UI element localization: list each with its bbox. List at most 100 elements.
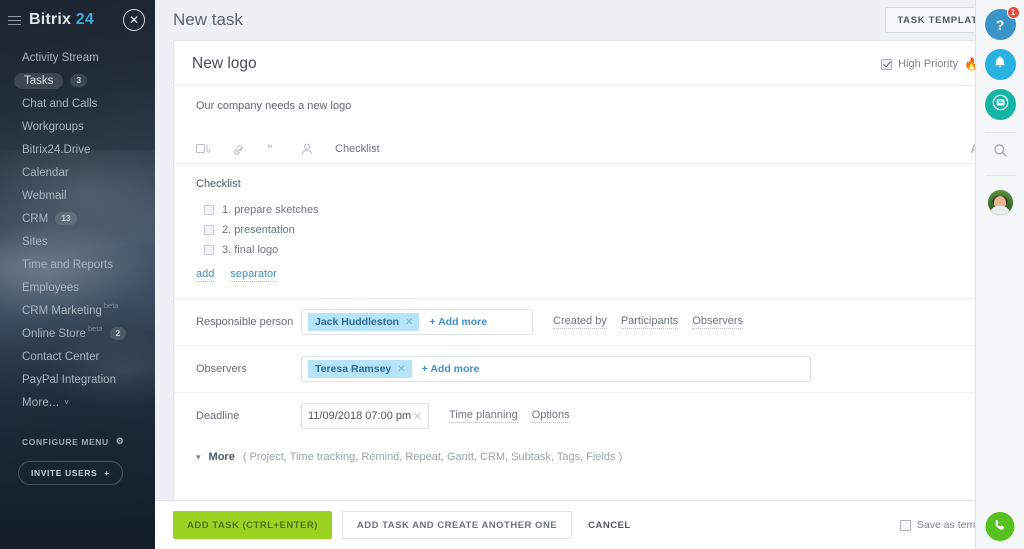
notifications-button[interactable] xyxy=(984,49,1016,80)
deadline-row: Deadline 11/09/2018 07:00 pm ✕ Time plan… xyxy=(174,393,997,439)
gear-icon[interactable]: ⚙ xyxy=(116,436,125,447)
search-icon xyxy=(993,144,1007,157)
quote-icon[interactable]: ” xyxy=(267,143,279,155)
sidebar-item-label: Bitrix24.Drive xyxy=(22,143,91,156)
participants-link[interactable]: Participants xyxy=(620,315,679,330)
remove-icon[interactable]: ✕ xyxy=(405,317,413,328)
checklist-item-checkbox[interactable] xyxy=(204,205,214,215)
sidebar-item-badge: 13 xyxy=(55,212,77,225)
page-title: New task xyxy=(173,10,243,29)
task-title-input[interactable]: New logo xyxy=(192,55,257,73)
high-priority-toggle[interactable]: High Priority 🔥 xyxy=(881,58,979,70)
responsible-person-field[interactable]: Jack Huddleston ✕ + Add more xyxy=(301,309,533,336)
invite-users-label: INVITE USERS xyxy=(31,468,98,478)
checklist-add-link[interactable]: add xyxy=(196,268,215,283)
sidebar-item-calendar[interactable]: Calendar xyxy=(0,161,155,184)
mention-person-icon[interactable] xyxy=(301,143,313,155)
options-link[interactable]: Options xyxy=(531,409,570,424)
invite-users-button[interactable]: INVITE USERS + xyxy=(18,461,123,485)
close-icon[interactable]: ✕ xyxy=(123,9,145,31)
attach-file-icon[interactable] xyxy=(196,143,210,155)
created-by-link[interactable]: Created by xyxy=(553,315,607,330)
chevron-down-icon: ▾ xyxy=(196,451,201,462)
task-description-input[interactable]: Our company needs a new logo xyxy=(174,86,997,134)
remove-icon[interactable]: ✕ xyxy=(397,364,405,375)
observers-add-more-button[interactable]: + Add more xyxy=(422,363,480,375)
sidebar-item-contact-center[interactable]: Contact Center xyxy=(0,345,155,368)
deadline-field[interactable]: 11/09/2018 07:00 pm ✕ xyxy=(301,403,429,430)
checklist-item[interactable]: 3. final logo xyxy=(196,240,979,260)
phone-call-button[interactable] xyxy=(985,512,1015,541)
sidebar-item-label: CRM Marketing xyxy=(22,304,102,317)
help-button[interactable]: ? 1 xyxy=(984,6,1020,40)
sidebar-item-label: Employees xyxy=(22,281,79,294)
form-scroll-area: New logo High Priority 🔥 Our company nee… xyxy=(155,40,1024,500)
search-button[interactable] xyxy=(993,143,1008,163)
observers-link[interactable]: Observers xyxy=(692,315,744,330)
sidebar-item-online-store[interactable]: Online Store beta 2 xyxy=(0,322,155,345)
checklist-heading: Checklist xyxy=(196,178,241,190)
deadline-label: Deadline xyxy=(196,410,240,423)
toolbar-checklist-button[interactable]: Checklist xyxy=(335,143,380,155)
sidebar-item-time-and-reports[interactable]: Time and Reports xyxy=(0,253,155,276)
task-form-card: New logo High Priority 🔥 Our company nee… xyxy=(173,40,998,500)
checklist-item-checkbox[interactable] xyxy=(204,245,214,255)
sidebar-item-employees[interactable]: Employees xyxy=(0,276,155,299)
sidebar-item-label: Tasks xyxy=(14,72,64,89)
hamburger-icon[interactable] xyxy=(8,13,21,28)
phone-icon xyxy=(993,518,1008,536)
add-task-and-create-another-button[interactable]: ADD TASK AND CREATE ANOTHER ONE xyxy=(341,511,573,539)
configure-menu-button[interactable]: CONFIGURE MENU ⚙ xyxy=(22,436,155,447)
rail-divider-2 xyxy=(984,175,1016,176)
checklist-item-label: 3. final logo xyxy=(222,244,279,256)
checklist-item[interactable]: 2. presentation xyxy=(196,220,979,240)
messenger-button[interactable] xyxy=(984,89,1016,120)
sidebar-item-more[interactable]: More... ˅ xyxy=(0,391,155,414)
deadline-value[interactable]: 11/09/2018 07:00 pm xyxy=(308,410,411,422)
bottom-action-bar: ADD TASK (CTRL+ENTER) ADD TASK AND CREAT… xyxy=(155,500,1024,549)
avatar[interactable] xyxy=(986,189,1014,216)
observers-row: Observers Teresa Ramsey ✕ + Add more xyxy=(174,346,997,394)
save-as-template-checkbox[interactable] xyxy=(899,519,911,531)
high-priority-checkbox[interactable] xyxy=(881,58,893,70)
bitrix-logo[interactable]: Bitrix 24 xyxy=(29,11,94,29)
checklist-separator-link[interactable]: separator xyxy=(230,268,277,283)
svg-text:”: ” xyxy=(267,143,273,155)
sidebar-item-activity-stream[interactable]: Activity Stream xyxy=(0,46,155,69)
sidebar-item-chat-and-calls[interactable]: Chat and Calls xyxy=(0,92,155,115)
sidebar-item-sites[interactable]: Sites xyxy=(0,230,155,253)
app-root: Bitrix 24 ✕ Activity Stream Tasks 3 Chat an… xyxy=(0,0,1024,549)
more-fields-row[interactable]: ▾ More ( Project, Time tracking, Remind,… xyxy=(174,439,997,475)
sidebar-item-label: Webmail xyxy=(22,189,67,202)
observer-pill[interactable]: Teresa Ramsey ✕ xyxy=(308,360,412,379)
sidebar-item-bitrix24-drive[interactable]: Bitrix24.Drive xyxy=(0,138,155,161)
sidebar-item-paypal-integration[interactable]: PayPal Integration xyxy=(0,368,155,391)
cancel-button[interactable]: CANCEL xyxy=(588,520,631,531)
responsible-person-pill[interactable]: Jack Huddleston ✕ xyxy=(308,313,420,332)
logo-text: Bitrix xyxy=(29,11,72,28)
logo-number: 24 xyxy=(75,11,94,28)
sidebar-item-workgroups[interactable]: Workgroups xyxy=(0,115,155,138)
sidebar-item-webmail[interactable]: Webmail xyxy=(0,184,155,207)
link-icon[interactable] xyxy=(232,143,245,155)
add-task-button[interactable]: ADD TASK (CTRL+ENTER) xyxy=(173,511,332,539)
checklist-item[interactable]: 1. prepare sketches xyxy=(196,200,979,220)
observers-field[interactable]: Teresa Ramsey ✕ + Add more xyxy=(301,356,811,383)
sidebar-item-label: More... xyxy=(22,396,60,409)
sidebar-header: Bitrix 24 ✕ xyxy=(0,0,155,40)
time-planning-link[interactable]: Time planning xyxy=(449,409,518,424)
sidebar-item-crm[interactable]: CRM 13 xyxy=(0,207,155,230)
observers-label: Observers xyxy=(196,363,247,376)
sidebar-item-tasks[interactable]: Tasks 3 xyxy=(0,69,155,92)
clear-icon[interactable]: ✕ xyxy=(413,410,422,423)
sidebar-item-badge: 2 xyxy=(109,327,127,340)
sidebar-item-crm-marketing[interactable]: CRM Marketing beta xyxy=(0,299,155,322)
checklist-item-checkbox[interactable] xyxy=(204,225,214,235)
sidebar-item-label: PayPal Integration xyxy=(22,373,116,386)
editor-toolbar: ” Checklist A xyxy=(174,134,997,164)
responsible-links: Created by Participants Observers xyxy=(553,315,744,330)
responsible-add-more-button[interactable]: + Add more xyxy=(429,316,487,328)
help-icon: ? xyxy=(995,16,1005,33)
sidebar-item-label: Contact Center xyxy=(22,350,100,363)
chat-icon xyxy=(992,94,1009,116)
